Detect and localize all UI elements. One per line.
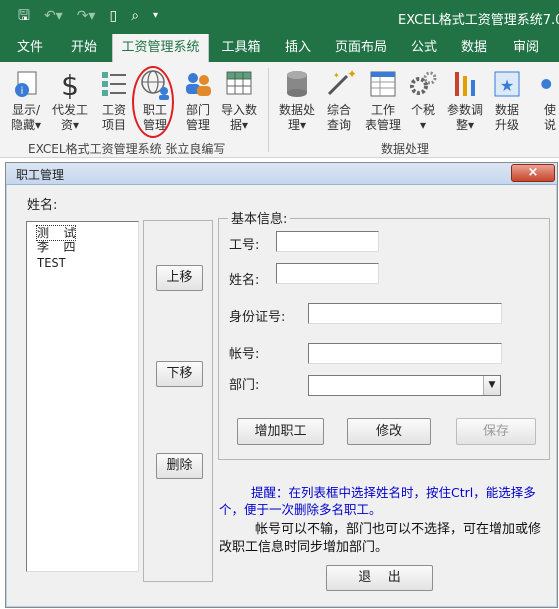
help-icon <box>541 79 552 89</box>
undo-icon[interactable]: ↶▾ <box>44 8 63 24</box>
tab-toolbox[interactable]: 工具箱 <box>215 34 267 62</box>
basic-info-legend: 基本信息: <box>228 208 291 227</box>
tab-payroll-system[interactable]: 工资管理系统 <box>112 34 209 62</box>
ribbon-show-hide-button[interactable]: i 显示/ 隐藏▾ <box>4 68 48 133</box>
redo-icon[interactable]: ↷▾ <box>77 8 96 24</box>
gears-icon <box>410 71 437 95</box>
account-dept-tip: 帐号可以不输，部门也可以不选择，可在增加或修改职工信息时同步增加部门。 <box>219 522 542 555</box>
move-up-button[interactable]: 上移 <box>156 265 203 291</box>
svg-text:✦: ✦ <box>333 71 340 80</box>
tab-formulas[interactable]: 公式 <box>402 34 446 62</box>
ribbon-group-label-data: 数据处理 <box>381 142 430 156</box>
tab-review[interactable]: 审阅 <box>504 34 548 62</box>
ribbon-sheet-mgmt-button[interactable]: 工作 表管理 <box>361 68 405 133</box>
new-file-icon[interactable]: ▯ <box>109 8 117 24</box>
quick-access-toolbar: 🖫 ↶▾ ↷▾ ▯ ⌕ ▾ <box>18 8 158 24</box>
ribbon-group-label-system: EXCEL格式工资管理系统 张立良编写 <box>28 142 226 156</box>
emp-id-field[interactable] <box>276 231 379 252</box>
ribbon-salary-items-button[interactable]: 工资 项目 <box>92 68 136 133</box>
customize-icon[interactable]: ▾ <box>153 8 158 24</box>
sheet-icon <box>370 71 396 97</box>
info-icon: i <box>15 71 37 97</box>
svg-text:★: ★ <box>500 76 514 95</box>
dialog-title-bar[interactable]: 职工管理 × <box>6 163 557 185</box>
svg-text:i: i <box>21 86 24 97</box>
account-field[interactable] <box>308 343 502 364</box>
window-title: EXCEL格式工资管理系统7.01版 <box>398 13 559 28</box>
id-card-field[interactable] <box>308 303 502 324</box>
svg-text:✦: ✦ <box>347 68 355 81</box>
highlight-circle <box>132 66 174 138</box>
excel-title-bar: 🖫 ↶▾ ↷▾ ▯ ⌕ ▾ EXCEL格式工资管理系统7.01版 <box>0 0 559 34</box>
group-icon <box>186 73 211 96</box>
ribbon-payroll-button[interactable]: $ 代发工 资▾ <box>48 68 92 133</box>
tab-insert[interactable]: 插入 <box>276 34 320 62</box>
ctrl-select-tip: 提醒：在列表框中选择姓名时，按住Ctrl，能选择多个，便于一次删除多名职工。 <box>219 485 536 517</box>
ribbon-query-button[interactable]: ✦ ✦ 综合 查询 <box>317 68 361 133</box>
account-label: 帐号: <box>229 347 260 362</box>
dollar-icon: $ <box>61 69 79 100</box>
emp-name-field[interactable] <box>276 263 379 284</box>
dialog-title: 职工管理 <box>16 168 65 182</box>
wand-icon: ✦ ✦ <box>327 68 355 96</box>
ribbon: i 显示/ 隐藏▾ $ 代发工 资▾ 工资 项目 职工 管理 部门 管理 导入数… <box>0 62 559 158</box>
ribbon-help-button[interactable]: 使 说 <box>538 68 559 133</box>
list-item[interactable]: TEST <box>37 256 66 270</box>
tab-page-layout[interactable]: 页面布局 <box>328 34 394 62</box>
ribbon-import-data-button[interactable]: 导入数 据▾ <box>217 68 261 133</box>
import-icon <box>226 71 252 95</box>
dept-label: 部门: <box>229 378 260 393</box>
name-list-label: 姓名: <box>27 198 58 213</box>
list-item[interactable]: 李 四 <box>37 240 75 254</box>
add-employee-button[interactable]: 增加职工 <box>237 418 324 445</box>
employee-listbox[interactable]: 测 试 李 四 TEST <box>26 221 139 572</box>
tab-file[interactable]: 文件 <box>8 34 52 62</box>
tab-data[interactable]: 数据 <box>452 34 496 62</box>
modify-button[interactable]: 修改 <box>347 418 431 445</box>
chevron-down-icon[interactable]: ▼ <box>483 376 500 395</box>
list-item[interactable]: 测 试 <box>35 225 77 241</box>
ribbon-tabs: 文件 开始 工资管理系统 工具箱 插入 页面布局 公式 数据 审阅 <box>0 34 559 62</box>
print-preview-icon[interactable]: ⌕ <box>131 8 139 24</box>
ribbon-tax-button[interactable]: 个税 ▾ <box>401 68 445 133</box>
database-icon <box>287 71 307 97</box>
ribbon-group-separator <box>268 68 269 152</box>
close-button[interactable]: × <box>511 164 555 182</box>
save-icon[interactable]: 🖫 <box>18 8 30 24</box>
ribbon-upgrade-button[interactable]: ★ 数据 升级 <box>485 68 529 133</box>
save-button[interactable]: 保存 <box>456 418 536 445</box>
ribbon-params-button[interactable]: 参数调 整▾ <box>443 68 487 133</box>
dept-select[interactable]: ▼ <box>308 375 501 396</box>
move-down-button[interactable]: 下移 <box>156 361 203 387</box>
params-icon <box>455 72 475 96</box>
upgrade-icon: ★ <box>494 71 520 97</box>
id-card-label: 身份证号: <box>229 310 286 325</box>
items-icon <box>102 72 126 96</box>
ribbon-dept-mgmt-button[interactable]: 部门 管理 <box>176 68 220 133</box>
svg-text:$: $ <box>61 69 79 100</box>
emp-name-label: 姓名: <box>229 273 260 288</box>
tab-home[interactable]: 开始 <box>62 34 106 62</box>
ribbon-data-processing-button[interactable]: 数据处 理▾ <box>275 68 319 133</box>
exit-button[interactable]: 退 出 <box>326 565 433 591</box>
emp-id-label: 工号: <box>229 238 260 253</box>
delete-button[interactable]: 删除 <box>156 453 203 479</box>
